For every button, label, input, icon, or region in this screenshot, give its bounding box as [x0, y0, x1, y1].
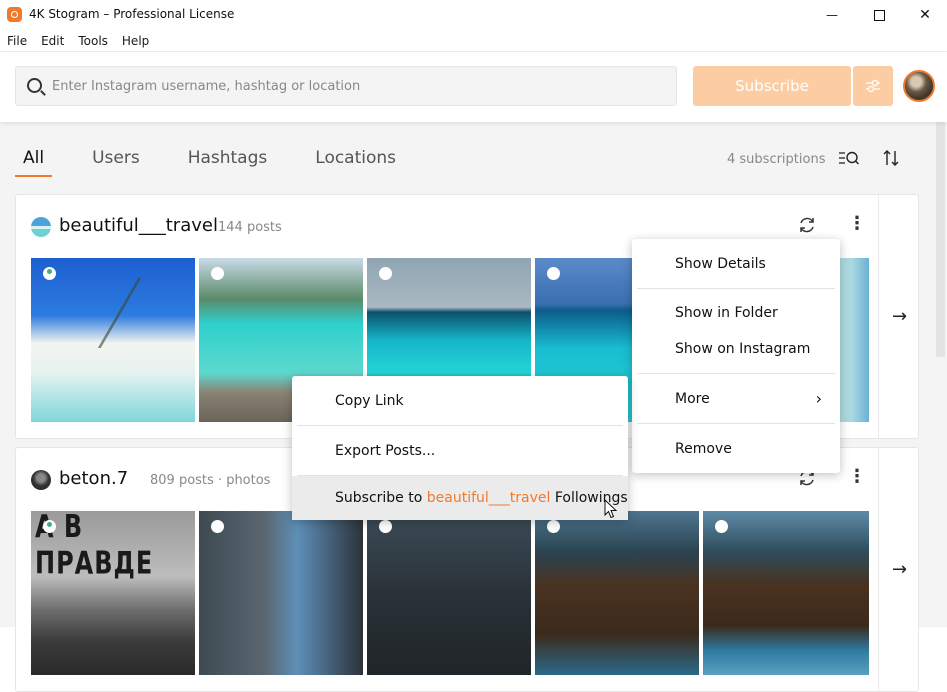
menu-item-label: Remove	[675, 440, 732, 457]
header: Subscribe	[0, 52, 947, 122]
select-dot-icon	[715, 520, 728, 533]
menu-item-show-in-folder[interactable]: Show in Folder	[632, 289, 840, 331]
subscribe-prefix: Subscribe to	[335, 490, 423, 506]
tab-hashtags[interactable]: Hashtags	[180, 144, 276, 177]
select-dot-icon	[547, 520, 560, 533]
arrow-right-icon: →	[891, 306, 908, 327]
select-dot-icon	[379, 267, 392, 280]
next-posts-button[interactable]: →	[878, 448, 918, 691]
chevron-right-icon: ›	[815, 389, 822, 408]
menu-bar: File Edit Tools Help	[0, 30, 947, 52]
window-title: 4K Stogram – Professional License	[29, 7, 235, 21]
select-dot-icon	[379, 520, 392, 533]
search-input[interactable]	[52, 67, 652, 105]
menu-edit[interactable]: Edit	[41, 30, 64, 51]
post-thumbnail[interactable]	[199, 511, 363, 675]
menu-item-label: Show in Folder	[675, 305, 778, 321]
select-dot-icon	[211, 267, 224, 280]
arrow-right-icon: →	[891, 559, 908, 580]
filter-settings-button[interactable]	[853, 66, 893, 106]
filter-tabs: All Users Hashtags Locations	[15, 144, 436, 177]
select-dot-icon	[547, 267, 560, 280]
menu-item-label: Subscribe to beautiful___travel Followin…	[335, 490, 628, 506]
tab-all[interactable]: All	[15, 144, 53, 177]
menu-item-label: Show on Instagram	[675, 341, 811, 357]
close-icon: ✕	[919, 7, 931, 23]
post-thumbnail[interactable]	[367, 511, 531, 675]
subscribe-button[interactable]: Subscribe	[693, 66, 851, 106]
menu-item-more[interactable]: More ›	[632, 374, 840, 423]
more-options-icon[interactable]: ⋮	[848, 466, 866, 490]
menu-item-label: Show Details	[675, 255, 766, 272]
user-badge-icon	[43, 520, 56, 533]
menu-item-copy-link[interactable]: Copy Link	[292, 376, 628, 425]
search-icon	[27, 78, 42, 93]
context-submenu-more: Copy Link Export Posts... Subscribe to b…	[292, 376, 628, 520]
next-posts-button[interactable]: →	[878, 195, 918, 438]
subscriptions-count: 4 subscriptions	[727, 152, 826, 167]
post-thumbnail[interactable]: А В ПРАВДЕ	[31, 511, 195, 675]
menu-item-label: Copy Link	[335, 392, 404, 409]
subscription-name[interactable]: beton.7	[59, 468, 128, 489]
wall-lettering: А В ПРАВДЕ	[35, 511, 154, 582]
user-badge-icon	[43, 267, 56, 280]
subscription-name[interactable]: beautiful___travel	[59, 215, 218, 236]
maximize-button[interactable]	[856, 0, 902, 30]
user-avatar[interactable]	[903, 70, 935, 102]
menu-tools[interactable]: Tools	[78, 30, 108, 51]
sliders-icon	[866, 79, 880, 93]
menu-item-label: Export Posts...	[335, 442, 436, 459]
sort-icon[interactable]	[882, 149, 900, 172]
post-thumbnail[interactable]	[31, 258, 195, 422]
menu-item-show-on-instagram[interactable]: Show on Instagram	[632, 331, 840, 373]
menu-item-label: More	[675, 390, 710, 407]
subscription-meta: 144 posts	[218, 220, 282, 235]
title-bar: 4K Stogram – Professional License — ✕	[0, 0, 947, 30]
menu-item-subscribe-followings[interactable]: Subscribe to beautiful___travel Followin…	[292, 476, 628, 520]
menu-item-show-details[interactable]: Show Details	[632, 239, 840, 288]
subscription-avatar	[31, 470, 51, 490]
subscription-meta: 809 posts · photos	[150, 473, 271, 488]
post-thumbnail[interactable]	[703, 511, 869, 675]
select-dot-icon	[211, 520, 224, 533]
minimize-icon: —	[826, 8, 838, 22]
menu-item-remove[interactable]: Remove	[632, 424, 840, 473]
context-menu: Show Details Show in Folder Show on Inst…	[632, 239, 840, 473]
menu-help[interactable]: Help	[122, 30, 149, 51]
tab-locations[interactable]: Locations	[307, 144, 404, 177]
maximize-icon	[873, 9, 885, 21]
post-thumbnail[interactable]	[535, 511, 699, 675]
refresh-icon[interactable]	[796, 215, 818, 237]
subscription-avatar	[31, 217, 51, 237]
close-button[interactable]: ✕	[902, 0, 947, 30]
scrollbar-thumb[interactable]	[936, 122, 945, 357]
menu-item-export-posts[interactable]: Export Posts...	[292, 426, 628, 475]
menu-file[interactable]: File	[7, 30, 27, 51]
minimize-button[interactable]: —	[809, 0, 855, 30]
mouse-cursor-icon	[604, 499, 618, 519]
subscribe-username: beautiful___travel	[426, 490, 551, 506]
more-options-icon[interactable]: ⋮	[848, 213, 866, 237]
tab-users[interactable]: Users	[84, 144, 148, 177]
app-logo-icon	[7, 7, 22, 22]
search-box	[15, 66, 677, 106]
list-search-icon[interactable]	[838, 149, 860, 169]
